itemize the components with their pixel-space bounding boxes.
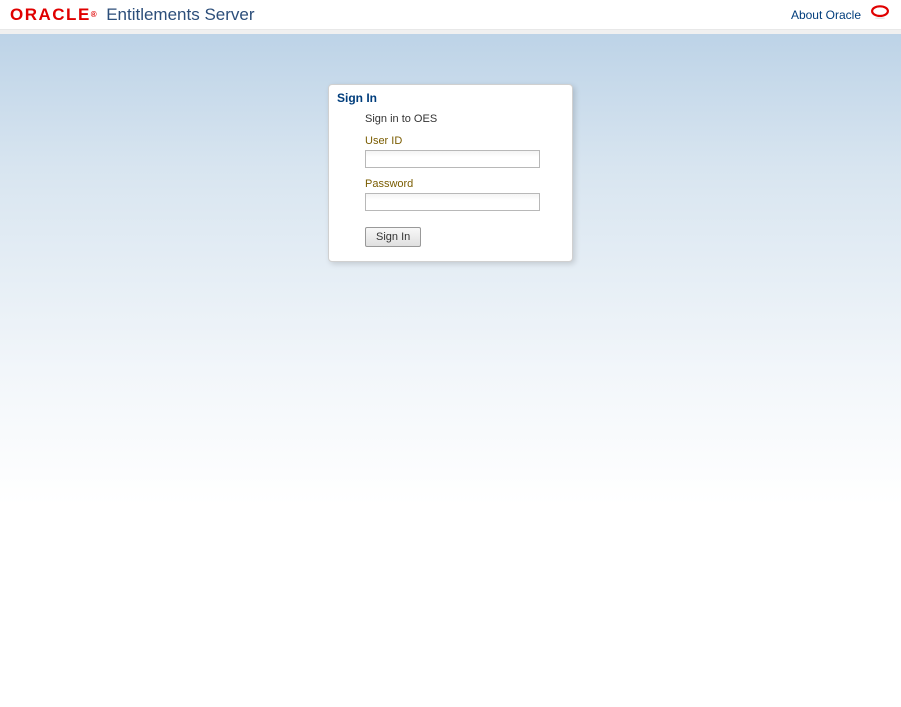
signin-panel: Sign In Sign in to OES User ID Password … — [328, 84, 573, 262]
signin-title: Sign In — [329, 85, 572, 109]
signin-subtitle: Sign in to OES — [365, 113, 564, 125]
password-input[interactable] — [365, 193, 540, 211]
oracle-logo: ORACLE® — [10, 5, 98, 25]
header-right: About Oracle — [791, 5, 891, 24]
about-oracle-link[interactable]: About Oracle — [791, 8, 861, 22]
oracle-trademark: ® — [91, 10, 98, 19]
password-label: Password — [365, 178, 564, 190]
user-id-label: User ID — [365, 135, 564, 147]
content-area: Sign In Sign in to OES User ID Password … — [0, 30, 901, 707]
signin-body: Sign in to OES User ID Password Sign In — [329, 109, 572, 261]
oracle-o-icon — [869, 5, 891, 24]
user-id-input[interactable] — [365, 150, 540, 168]
app-title: Entitlements Server — [106, 5, 254, 25]
signin-button[interactable]: Sign In — [365, 227, 421, 247]
header-left: ORACLE® Entitlements Server — [10, 5, 255, 25]
oracle-logo-text: ORACLE — [10, 5, 91, 25]
header: ORACLE® Entitlements Server About Oracle — [0, 0, 901, 30]
